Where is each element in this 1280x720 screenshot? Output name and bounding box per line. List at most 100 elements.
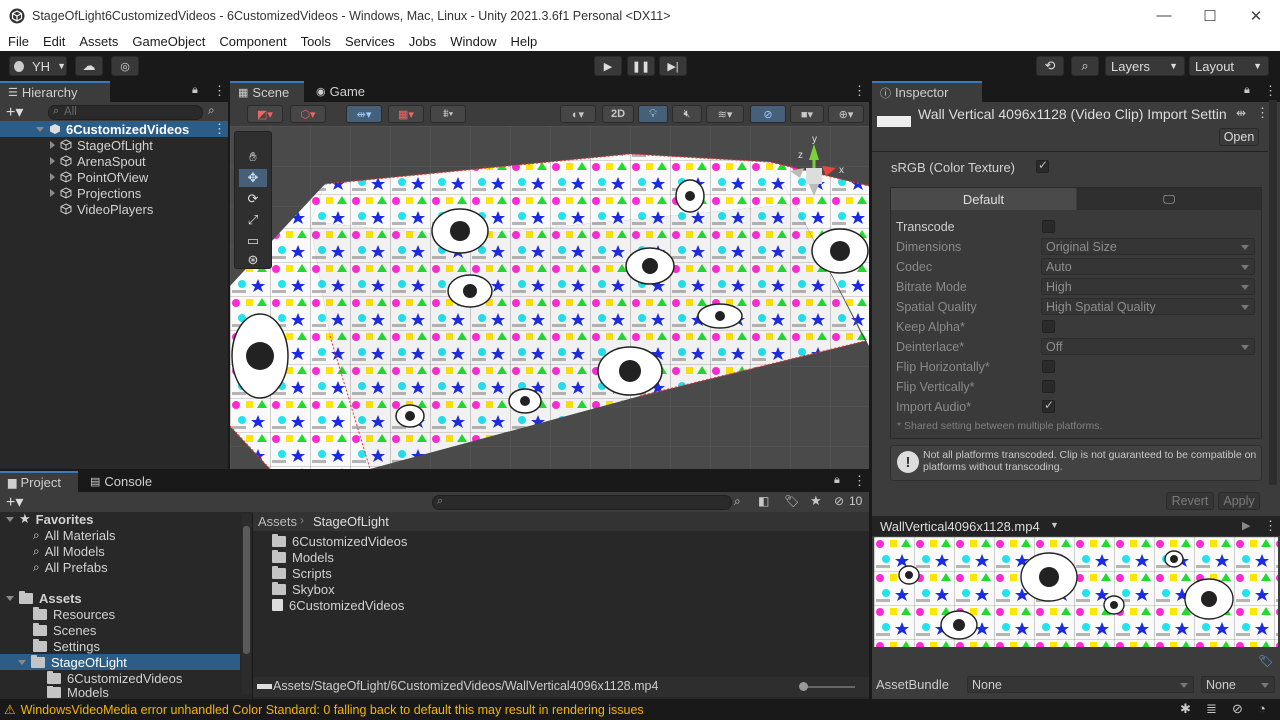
transcode-checkbox[interactable] (1042, 220, 1055, 233)
favorites-header[interactable]: ★ Favorites (6, 511, 93, 527)
inspector-scrollbar[interactable] (1269, 100, 1277, 485)
favorite-star-icon[interactable]: ★ (810, 493, 822, 509)
layout-dropdown[interactable]: Layout ▼ (1189, 56, 1269, 76)
asset-subfolder[interactable]: Models (47, 686, 109, 698)
snap-increment-dropdown[interactable]: ⩩▾ (430, 105, 466, 123)
rect-tool-button[interactable]: ▭ (239, 232, 267, 250)
file-item[interactable]: 6CustomizedVideos (272, 533, 407, 549)
more-options-icon[interactable]: ⋮ (853, 83, 866, 99)
rotate-tool-button[interactable]: ⟳ (239, 190, 267, 208)
account-dropdown[interactable]: YH ▼ (9, 56, 67, 76)
tab-hierarchy[interactable]: ☰ Hierarchy (0, 81, 110, 102)
render-mode-dropdown[interactable]: ⬡▾ (290, 105, 326, 123)
codec-dropdown[interactable]: Auto (1041, 258, 1255, 275)
project-search-input[interactable]: ⌕ (432, 495, 732, 510)
preview-options-icon[interactable]: ⋮ (1264, 518, 1277, 534)
hierarchy-search-input[interactable]: ⌕ All (48, 105, 203, 120)
inspector-options-icon[interactable]: ⋮ (1256, 105, 1269, 121)
scale-tool-button[interactable]: ⤢ (239, 211, 267, 229)
expand-arrow-icon[interactable] (50, 141, 55, 149)
camera-dropdown[interactable]: ■▾ (790, 105, 824, 123)
menu-component[interactable]: Component (212, 34, 293, 49)
tab-inspector[interactable]: ⓘ Inspector (872, 81, 982, 102)
settings-sliders-icon[interactable]: ⇹ (1236, 106, 1246, 120)
filter-label-icon[interactable]: 🏷︎ (784, 494, 799, 508)
scene-root[interactable]: 6CustomizedVideos (36, 121, 189, 137)
tab-scene[interactable]: ▦ Scene (230, 81, 304, 102)
scene-viewport[interactable]: y x z ✋︎ ✥ ⟳ ⤢ ▭ ⊛ (230, 126, 869, 469)
status-bar[interactable]: ⚠ WindowsVideoMedia error unhandled Colo… (0, 699, 1280, 720)
layers-dropdown[interactable]: Layers ▼ (1105, 56, 1185, 76)
menu-tools[interactable]: Tools (294, 34, 338, 49)
bitrate-mode-dropdown[interactable]: High (1041, 278, 1255, 295)
history-button[interactable]: ⟲ (1036, 56, 1064, 76)
preview-title[interactable]: WallVertical4096x1128.mp4 (880, 519, 1040, 534)
lock-icon[interactable]: 🔒︎ (834, 474, 840, 487)
hierarchy-item[interactable]: VideoPlayers (60, 201, 153, 217)
lock-icon[interactable]: 🔒︎ (1244, 84, 1250, 97)
collab-button[interactable]: ◎ (111, 56, 139, 76)
menu-file[interactable]: File (0, 34, 36, 49)
spatial-quality-dropdown[interactable]: High Spatial Quality (1041, 298, 1255, 315)
filter-type-icon[interactable]: ◧ (758, 494, 769, 508)
more-options-icon[interactable]: ⋮ (213, 83, 226, 99)
menu-edit[interactable]: Edit (36, 34, 72, 49)
import-audio-checkbox[interactable] (1042, 398, 1055, 413)
preview-play-icon[interactable]: ▶ (1242, 519, 1250, 532)
hand-tool-button[interactable]: ✋︎ (239, 148, 267, 166)
dimensions-dropdown[interactable]: Original Size (1041, 238, 1255, 255)
keep-alpha-checkbox[interactable] (1042, 320, 1055, 333)
assets-header[interactable]: Assets (6, 590, 82, 606)
hidden-objects-toggle[interactable]: ⊘ (750, 105, 786, 123)
favorite-item[interactable]: ⌕ All Prefabs (33, 559, 108, 575)
apply-button[interactable]: Apply (1218, 492, 1260, 510)
label-tag-icon[interactable]: 🏷︎ (1258, 654, 1273, 668)
open-button[interactable]: Open (1219, 128, 1259, 146)
breadcrumb-item-current[interactable]: StageOfLight (313, 514, 389, 529)
tab-default-platform[interactable]: Default (891, 188, 1076, 210)
hierarchy-item[interactable]: ArenaSpout (50, 153, 146, 169)
play-button[interactable]: ▶ (594, 56, 622, 76)
create-asset-button[interactable]: +▾ (6, 492, 23, 512)
maximize-button[interactable]: ☐ (1187, 0, 1233, 31)
more-options-icon[interactable]: ⋮ (1264, 83, 1277, 99)
expand-arrow-icon[interactable] (36, 126, 44, 132)
favorite-item[interactable]: ⌕ All Models (33, 543, 105, 559)
hidden-packages-icon[interactable]: ⊘ (834, 494, 844, 508)
scene-visibility-icon[interactable]: ⌕ (208, 103, 215, 118)
toggle-2d-button[interactable]: 2D (602, 105, 634, 123)
shading-mode-dropdown[interactable]: ◐▾ (560, 105, 596, 123)
file-item[interactable]: Skybox (272, 581, 335, 597)
gizmos-dropdown[interactable]: ⊕▾ (828, 105, 864, 123)
close-window-button[interactable]: ✕ (1233, 0, 1279, 31)
srgb-checkbox[interactable] (1036, 158, 1049, 173)
cloud-button[interactable]: ☁ (75, 56, 103, 76)
move-tool-button[interactable]: ✥ (239, 169, 267, 187)
step-button[interactable]: ▶| (659, 56, 687, 76)
file-item[interactable]: Models (272, 549, 334, 565)
flip-vertically-checkbox[interactable] (1042, 380, 1055, 393)
menu-services[interactable]: Services (338, 34, 402, 49)
draw-mode-dropdown[interactable]: ◩▾ (247, 105, 283, 123)
scrollbar-thumb[interactable] (243, 526, 250, 654)
flip-horizontally-checkbox[interactable] (1042, 360, 1055, 373)
bug-icon[interactable]: ✱ (1180, 701, 1191, 717)
transform-tool-button[interactable]: ⊛ (239, 251, 267, 269)
expand-arrow-icon[interactable] (6, 595, 14, 601)
audio-toggle[interactable]: 🔇︎ (672, 105, 702, 123)
hierarchy-item[interactable]: StageOfLight (50, 137, 153, 153)
effects-dropdown[interactable]: ≋▾ (706, 105, 744, 123)
pause-button[interactable]: ❚❚ (627, 56, 655, 76)
asset-subfolder[interactable]: 6CustomizedVideos (47, 670, 182, 686)
search-by-type-icon[interactable]: ⌕ (734, 494, 741, 509)
tab-project[interactable]: ▆ Project (0, 471, 78, 492)
menu-assets[interactable]: Assets (72, 34, 125, 49)
expand-arrow-icon[interactable] (50, 189, 55, 197)
icon-size-slider-thumb[interactable] (799, 682, 808, 691)
scene-options-icon[interactable]: ⋮ (213, 121, 226, 137)
file-item[interactable]: Scripts (272, 565, 332, 581)
tab-game[interactable]: ◉ Game (308, 81, 378, 102)
add-object-button[interactable]: +▾ (6, 102, 23, 122)
deinterlace-dropdown[interactable]: Off (1041, 338, 1255, 355)
expand-arrow-icon[interactable] (50, 173, 55, 181)
